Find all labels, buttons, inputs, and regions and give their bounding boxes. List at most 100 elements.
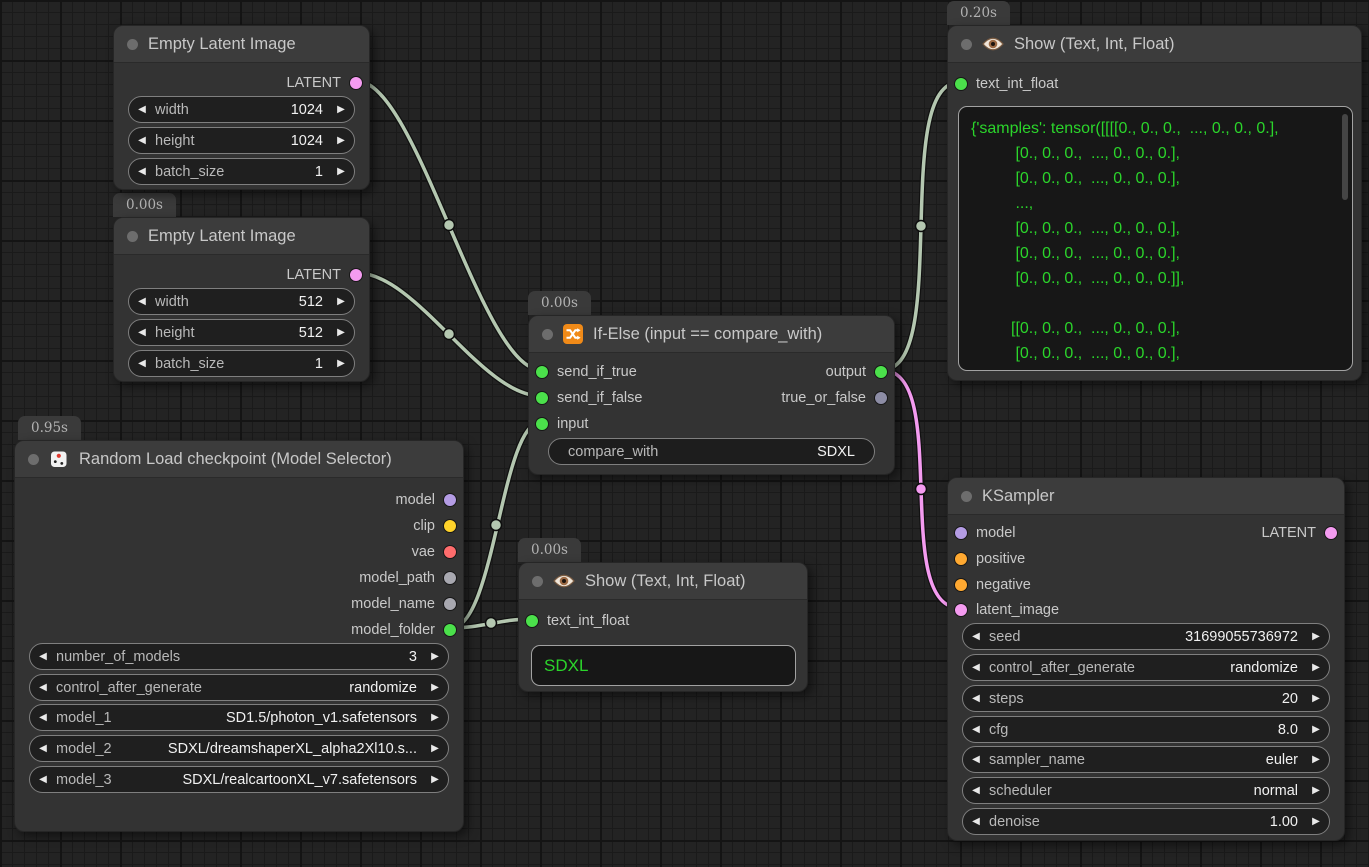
model-path-output-dot[interactable]	[444, 572, 456, 584]
text-display-box[interactable]: {'samples': tensor([[[[0., 0., 0., ..., …	[958, 106, 1353, 371]
decrement-arrow-icon[interactable]: ◀	[963, 717, 989, 742]
decrement-arrow-icon[interactable]: ◀	[129, 97, 155, 122]
node-title-bar[interactable]: Show (Text, Int, Float)	[519, 563, 807, 600]
increment-arrow-icon[interactable]: ▶	[1303, 809, 1329, 834]
node-empty-latent-image-1[interactable]: Empty Latent Image LATENT ◀ width 1024 ▶…	[113, 25, 370, 190]
text-int-float-input-dot[interactable]	[955, 78, 967, 90]
node-empty-latent-image-2[interactable]: Empty Latent Image LATENT ◀ width 512 ▶ …	[113, 217, 370, 382]
model-name-output-dot[interactable]	[444, 598, 456, 610]
batch-size-widget[interactable]: ◀ batch_size 1 ▶	[128, 158, 355, 185]
decrement-arrow-icon[interactable]: ◀	[129, 289, 155, 314]
node-ksampler[interactable]: KSampler model positive negative latent_…	[947, 477, 1345, 841]
increment-arrow-icon[interactable]: ▶	[328, 351, 354, 376]
latent-output-dot[interactable]	[1325, 527, 1337, 539]
node-if-else[interactable]: If-Else (input == compare_with) send_if_…	[528, 315, 895, 475]
scrollbar-thumb[interactable]	[1342, 114, 1348, 200]
node-show-sdxl[interactable]: Show (Text, Int, Float) text_int_float S…	[518, 562, 808, 692]
collapse-dot[interactable]	[532, 576, 543, 587]
increment-arrow-icon[interactable]: ▶	[422, 644, 448, 669]
width-widget[interactable]: ◀ width 1024 ▶	[128, 96, 355, 123]
decrement-arrow-icon[interactable]: ◀	[30, 705, 56, 730]
decrement-arrow-icon[interactable]: ◀	[129, 351, 155, 376]
batch-size-widget[interactable]: ◀ batch_size 1 ▶	[128, 350, 355, 377]
increment-arrow-icon[interactable]: ▶	[1303, 717, 1329, 742]
model-input-dot[interactable]	[955, 527, 967, 539]
link-midpoint-dot[interactable]	[491, 520, 502, 531]
increment-arrow-icon[interactable]: ▶	[422, 705, 448, 730]
increment-arrow-icon[interactable]: ▶	[1303, 624, 1329, 649]
height-widget[interactable]: ◀ height 1024 ▶	[128, 127, 355, 154]
decrement-arrow-icon[interactable]: ◀	[129, 159, 155, 184]
seed-widget[interactable]: ◀ seed 31699055736972 ▶	[962, 623, 1330, 650]
text-display-box[interactable]: SDXL	[531, 645, 796, 686]
decrement-arrow-icon[interactable]: ◀	[963, 809, 989, 834]
compare-with-widget[interactable]: compare_with SDXL	[548, 438, 875, 465]
control-after-generate-widget[interactable]: ◀ control_after_generate randomize ▶	[29, 674, 449, 701]
collapse-dot[interactable]	[961, 39, 972, 50]
decrement-arrow-icon[interactable]: ◀	[963, 778, 989, 803]
increment-arrow-icon[interactable]: ▶	[1303, 655, 1329, 680]
number-of-models-widget[interactable]: ◀ number_of_models 3 ▶	[29, 643, 449, 670]
positive-input-dot[interactable]	[955, 553, 967, 565]
decrement-arrow-icon[interactable]: ◀	[963, 624, 989, 649]
height-widget[interactable]: ◀ height 512 ▶	[128, 319, 355, 346]
true-or-false-output-dot[interactable]	[875, 392, 887, 404]
model-2-widget[interactable]: ◀ model_2 SDXL/dreamshaperXL_alpha2Xl10.…	[29, 735, 449, 762]
sampler-name-widget[interactable]: ◀ sampler_name euler ▶	[962, 746, 1330, 773]
decrement-arrow-icon[interactable]: ◀	[963, 655, 989, 680]
clip-output-dot[interactable]	[444, 520, 456, 532]
decrement-arrow-icon[interactable]: ◀	[30, 675, 56, 700]
increment-arrow-icon[interactable]: ▶	[328, 128, 354, 153]
width-widget[interactable]: ◀ width 512 ▶	[128, 288, 355, 315]
increment-arrow-icon[interactable]: ▶	[422, 767, 448, 792]
control-after-generate-widget[interactable]: ◀ control_after_generate randomize ▶	[962, 654, 1330, 681]
link-midpoint-dot[interactable]	[916, 221, 927, 232]
increment-arrow-icon[interactable]: ▶	[328, 159, 354, 184]
link-midpoint-dot[interactable]	[916, 484, 927, 495]
collapse-dot[interactable]	[961, 491, 972, 502]
model-1-widget[interactable]: ◀ model_1 SD1.5/photon_v1.safetensors ▶	[29, 704, 449, 731]
denoise-widget[interactable]: ◀ denoise 1.00 ▶	[962, 808, 1330, 835]
increment-arrow-icon[interactable]: ▶	[422, 736, 448, 761]
node-random-load-checkpoint[interactable]: Random Load checkpoint (Model Selector) …	[14, 440, 464, 832]
decrement-arrow-icon[interactable]: ◀	[129, 128, 155, 153]
text-int-float-input-dot[interactable]	[526, 615, 538, 627]
decrement-arrow-icon[interactable]: ◀	[963, 686, 989, 711]
increment-arrow-icon[interactable]: ▶	[1303, 686, 1329, 711]
increment-arrow-icon[interactable]: ▶	[328, 97, 354, 122]
model-3-widget[interactable]: ◀ model_3 SDXL/realcartoonXL_v7.safetens…	[29, 766, 449, 793]
steps-widget[interactable]: ◀ steps 20 ▶	[962, 685, 1330, 712]
node-title-bar[interactable]: Empty Latent Image	[114, 218, 369, 255]
output-output-dot[interactable]	[875, 366, 887, 378]
increment-arrow-icon[interactable]: ▶	[1303, 778, 1329, 803]
latent-output-dot[interactable]	[350, 77, 362, 89]
link-midpoint-dot[interactable]	[486, 618, 497, 629]
input-input-dot[interactable]	[536, 418, 548, 430]
cfg-widget[interactable]: ◀ cfg 8.0 ▶	[962, 716, 1330, 743]
decrement-arrow-icon[interactable]: ◀	[963, 747, 989, 772]
node-show-tensor[interactable]: Show (Text, Int, Float) text_int_float {…	[947, 25, 1362, 381]
collapse-dot[interactable]	[28, 454, 39, 465]
graph-canvas[interactable]: 0.00s 0.95s 0.00s 0.20s 0.00s Empty Late…	[0, 0, 1369, 867]
scheduler-widget[interactable]: ◀ scheduler normal ▶	[962, 777, 1330, 804]
vae-output-dot[interactable]	[444, 546, 456, 558]
latent-image-input-dot[interactable]	[955, 604, 967, 616]
decrement-arrow-icon[interactable]: ◀	[30, 767, 56, 792]
node-title-bar[interactable]: KSampler	[948, 478, 1344, 515]
link-midpoint-dot[interactable]	[444, 329, 455, 340]
decrement-arrow-icon[interactable]: ◀	[30, 736, 56, 761]
latent-output-dot[interactable]	[350, 269, 362, 281]
increment-arrow-icon[interactable]: ▶	[422, 675, 448, 700]
model-folder-output-dot[interactable]	[444, 624, 456, 636]
node-title-bar[interactable]: Show (Text, Int, Float)	[948, 26, 1361, 63]
node-title-bar[interactable]: Empty Latent Image	[114, 26, 369, 63]
decrement-arrow-icon[interactable]: ◀	[30, 644, 56, 669]
decrement-arrow-icon[interactable]: ◀	[129, 320, 155, 345]
collapse-dot[interactable]	[542, 329, 553, 340]
send-if-false-input-dot[interactable]	[536, 392, 548, 404]
node-title-bar[interactable]: Random Load checkpoint (Model Selector)	[15, 441, 463, 478]
increment-arrow-icon[interactable]: ▶	[328, 289, 354, 314]
increment-arrow-icon[interactable]: ▶	[1303, 747, 1329, 772]
model-output-dot[interactable]	[444, 494, 456, 506]
collapse-dot[interactable]	[127, 39, 138, 50]
